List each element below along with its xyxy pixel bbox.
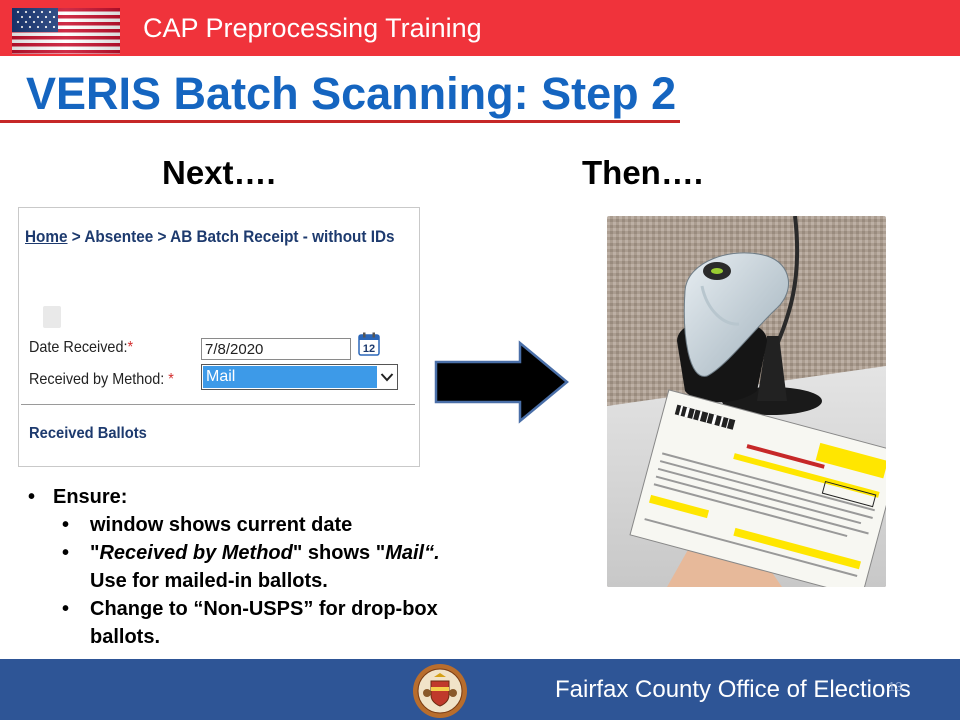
select-value: Mail (203, 366, 377, 388)
us-flag-icon (12, 8, 120, 54)
list-item: "Received by Method" shows "Mail“. Use f… (28, 539, 440, 595)
breadcrumb: Home > Absentee > AB Batch Receipt - wit… (25, 227, 395, 247)
list-item: window shows current date (28, 511, 440, 539)
breadcrumb-current-page: AB Batch Receipt - without IDs (170, 227, 395, 246)
required-mark: * (168, 371, 174, 388)
list-item: Change to “Non-USPS” for drop-box ballot… (28, 595, 440, 651)
list-item: Ensure: (28, 483, 440, 511)
required-mark: * (127, 339, 134, 356)
instruction-list: Ensure: window shows current date "Recei… (28, 483, 440, 651)
slide-title: VERIS Batch Scanning: Step 2 (26, 68, 677, 119)
header-title: CAP Preprocessing Training (143, 13, 482, 43)
svg-text:12: 12 (363, 343, 375, 355)
fairfax-county-seal-icon (412, 663, 468, 719)
received-by-method-label: Received by Method: * (29, 371, 174, 388)
arrow-right-icon (434, 340, 570, 424)
breadcrumb-home-link[interactable]: Home (25, 227, 68, 246)
chevron-down-icon[interactable] (377, 365, 397, 389)
scanner-photo (607, 216, 886, 587)
date-received-label: Date Received:* (29, 339, 134, 356)
blank-checkbox[interactable] (43, 306, 61, 328)
next-heading: Next…. (162, 154, 276, 191)
calendar-icon[interactable]: 12 (358, 332, 380, 356)
date-received-input[interactable]: 7/8/2020 (201, 338, 351, 360)
breadcrumb-absentee[interactable]: Absentee (84, 227, 153, 246)
breadcrumb-separator: > (67, 227, 85, 246)
veris-screenshot: Home > Absentee > AB Batch Receipt - wit… (18, 207, 420, 467)
received-ballots-heading: Received Ballots (29, 425, 147, 442)
footer-organization-name: Fairfax County Office of Elections (555, 676, 911, 703)
section-divider (21, 404, 415, 405)
received-by-method-select[interactable]: Mail (201, 364, 398, 390)
then-heading: Then…. (582, 154, 703, 191)
breadcrumb-separator: > (153, 227, 171, 246)
header-bar: CAP Preprocessing Training (0, 0, 960, 56)
page-number: 13 (888, 679, 903, 694)
title-underline (0, 120, 680, 123)
